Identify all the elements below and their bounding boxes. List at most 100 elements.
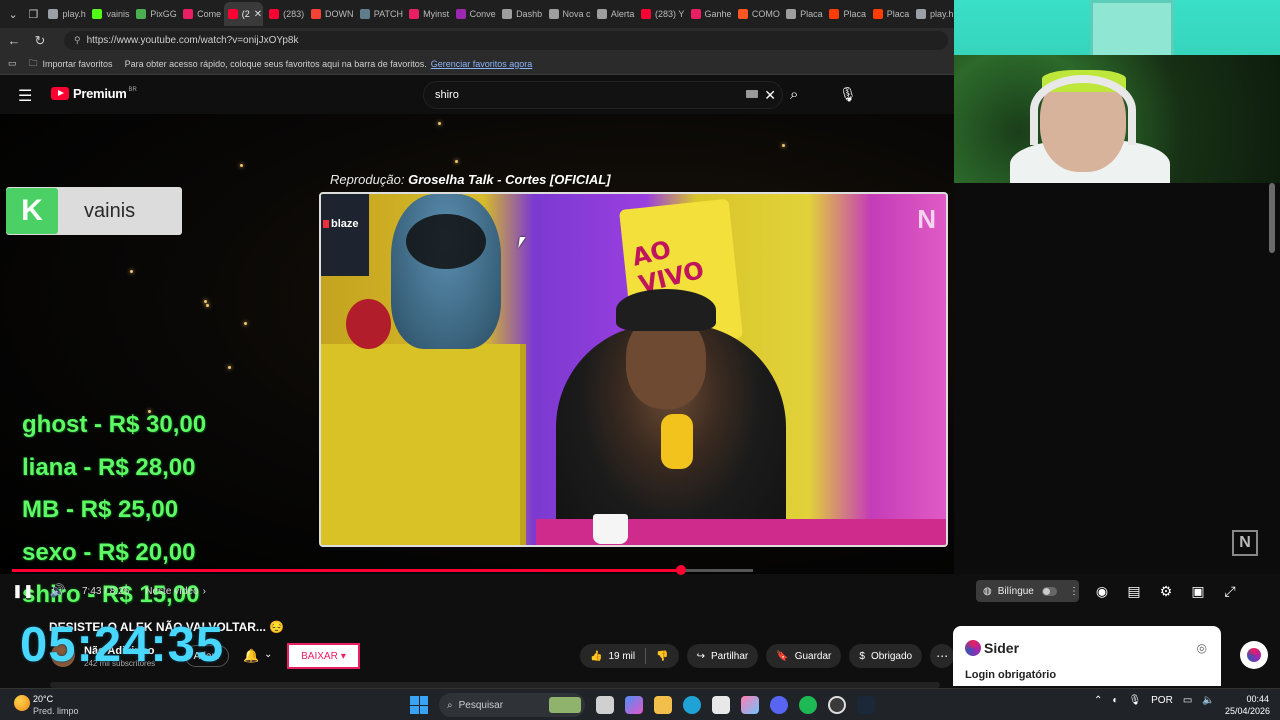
sider-login-required[interactable]: Login obrigatório	[965, 669, 1056, 681]
chevron-up-icon[interactable]: ⌃	[1094, 695, 1102, 706]
photos-icon[interactable]	[741, 696, 759, 714]
edge-browser-icon[interactable]	[683, 696, 701, 714]
browser-tab[interactable]: Placa	[825, 2, 866, 26]
more-vertical-icon[interactable]: ⋮	[1069, 586, 1079, 597]
browser-tab[interactable]: Nova c	[545, 2, 591, 26]
tab-label: Placa	[800, 9, 823, 19]
chapter-button[interactable]: Neste vídeo ›	[145, 586, 206, 597]
url-field[interactable]: ⚲ https://www.youtube.com/watch?v=onijJx…	[64, 31, 948, 50]
browser-tab[interactable]: Dashb	[498, 2, 542, 26]
clock-date[interactable]: 00:44 25/04/2026	[1225, 693, 1271, 717]
discord-icon[interactable]	[770, 696, 788, 714]
globe-icon: ◍	[983, 585, 992, 597]
tab-label: Nova c	[562, 9, 591, 19]
copilot-icon[interactable]	[625, 696, 643, 714]
browser-tab[interactable]: (283)	[265, 2, 305, 26]
browser-tab[interactable]: Placa	[782, 2, 823, 26]
tab-actions-icon[interactable]: ❐	[24, 4, 42, 24]
sider-fab-icon	[1247, 648, 1261, 662]
pause-icon[interactable]: ❚❚	[12, 583, 34, 599]
taskbar-date: 25/04/2026	[1225, 706, 1271, 716]
obs-icon[interactable]	[828, 696, 846, 714]
video-shelf	[321, 344, 526, 545]
sparkle-particle	[438, 122, 441, 125]
microphone-icon[interactable]: 🎙	[839, 86, 857, 103]
browser-tab[interactable]: PATCH	[356, 2, 403, 26]
dislike-button[interactable]: 👎	[646, 644, 678, 668]
language-indicator[interactable]: POR	[1151, 695, 1173, 706]
weather-description[interactable]: Pred. limpo	[33, 706, 79, 716]
windows-start-icon[interactable]	[410, 696, 428, 714]
search-input[interactable]: shiro ✕	[423, 81, 783, 109]
miniplayer-icon[interactable]: ▣	[1189, 583, 1207, 600]
browser-tab[interactable]: (2 ✕	[223, 2, 264, 26]
tab-close-icon[interactable]: ✕	[254, 9, 262, 20]
settings-gear-icon[interactable]: ⚙	[1157, 583, 1175, 600]
keyboard-icon[interactable]	[746, 90, 758, 98]
speaker-icon[interactable]: 🔈	[1202, 695, 1214, 706]
thanks-label: Obrigado	[870, 650, 913, 662]
spotify-icon[interactable]	[799, 696, 817, 714]
tab-list-chevron-icon[interactable]: ⌄	[4, 4, 22, 24]
volume-icon[interactable]: 🔊	[50, 583, 66, 599]
browser-tab[interactable]: play.h	[912, 2, 954, 26]
thanks-button[interactable]: $ Obrigado	[849, 644, 923, 668]
fullscreen-icon[interactable]: ⤢	[1221, 583, 1239, 600]
steam-icon[interactable]	[857, 696, 875, 714]
download-button[interactable]: BAIXAR ▾	[287, 643, 360, 669]
weather-sun-icon[interactable]	[14, 695, 30, 711]
chevron-right-icon: ›	[202, 585, 206, 597]
youtube-premium-logo[interactable]: Premium BR	[51, 86, 137, 101]
task-view-icon[interactable]	[596, 696, 614, 714]
tray-app-icon[interactable]: ◐	[1112, 695, 1118, 706]
like-button[interactable]: 👍 19 mil	[580, 644, 645, 668]
browser-tab[interactable]: Myinst	[405, 2, 449, 26]
taskbar-search[interactable]: ⌕ Pesquisar	[439, 693, 585, 717]
import-bookmarks-button[interactable]: 🗀 Importar favoritos	[29, 56, 113, 72]
browser-tab[interactable]: vainis	[88, 2, 130, 26]
manage-bookmarks-link[interactable]: Gerenciar favoritos agora	[431, 59, 533, 69]
browser-tab[interactable]: DOWN	[307, 2, 354, 26]
browser-tab[interactable]: PixGG	[132, 2, 177, 26]
weather-temperature[interactable]: 20°C	[33, 694, 53, 704]
share-button[interactable]: ↪ Partilhar	[686, 644, 759, 668]
chevron-down-icon[interactable]: ⌄	[264, 649, 272, 660]
network-icon[interactable]: ▭	[1183, 695, 1192, 706]
bookmark-icon: 🔖	[776, 650, 789, 662]
bilingual-subtitles-toggle[interactable]: ◍ Bilíngue ⋮	[976, 580, 1079, 602]
sider-floating-button[interactable]	[1240, 641, 1268, 669]
menu-hamburger-icon[interactable]: ☰	[18, 86, 32, 106]
browser-tab[interactable]: Ganhe	[687, 2, 732, 26]
notification-bell-icon[interactable]: 🔔	[243, 648, 259, 664]
tab-label: Placa	[843, 9, 866, 19]
subtitles-icon[interactable]: ▤	[1125, 583, 1143, 600]
browser-tab[interactable]: COMO	[734, 2, 780, 26]
search-icon[interactable]: ⌕	[790, 86, 798, 103]
progress-bar[interactable]	[12, 565, 753, 575]
sider-settings-icon[interactable]: ◎	[1197, 641, 1207, 655]
bilingual-switch[interactable]	[1041, 586, 1057, 596]
tab-favicon-icon	[409, 9, 420, 19]
tray-mic-icon[interactable]: 🎙	[1128, 695, 1141, 706]
browser-tab[interactable]: Alerta	[593, 2, 635, 26]
sponsor-logo-icon	[323, 220, 329, 228]
autoplay-toggle-icon[interactable]: ◉	[1093, 583, 1111, 600]
file-explorer-icon[interactable]	[654, 696, 672, 714]
browser-tab[interactable]: (283) Y	[637, 2, 685, 26]
save-button[interactable]: 🔖 Guardar	[766, 644, 842, 668]
more-actions-icon[interactable]: ⋯	[930, 644, 955, 668]
video-frame[interactable]: AO VIVO blaze N	[319, 192, 948, 547]
chapter-label: Neste vídeo	[145, 585, 199, 597]
streamer-name: vainis	[84, 200, 136, 222]
site-info-icon[interactable]: ⚲	[74, 35, 81, 46]
browser-tab[interactable]: Come	[179, 2, 222, 26]
browser-tab[interactable]: Conve	[452, 2, 496, 26]
browser-tab[interactable]: Placa	[869, 2, 910, 26]
page-scrollbar[interactable]	[1269, 183, 1275, 253]
back-arrow-icon[interactable]: ←	[6, 33, 22, 48]
browser-tab[interactable]: play.h	[44, 2, 86, 26]
bookmarks-panel-icon[interactable]: ▭	[8, 58, 17, 69]
clear-search-icon[interactable]: ✕	[764, 87, 776, 104]
reload-icon[interactable]: ↻	[32, 33, 48, 49]
store-icon[interactable]	[712, 696, 730, 714]
